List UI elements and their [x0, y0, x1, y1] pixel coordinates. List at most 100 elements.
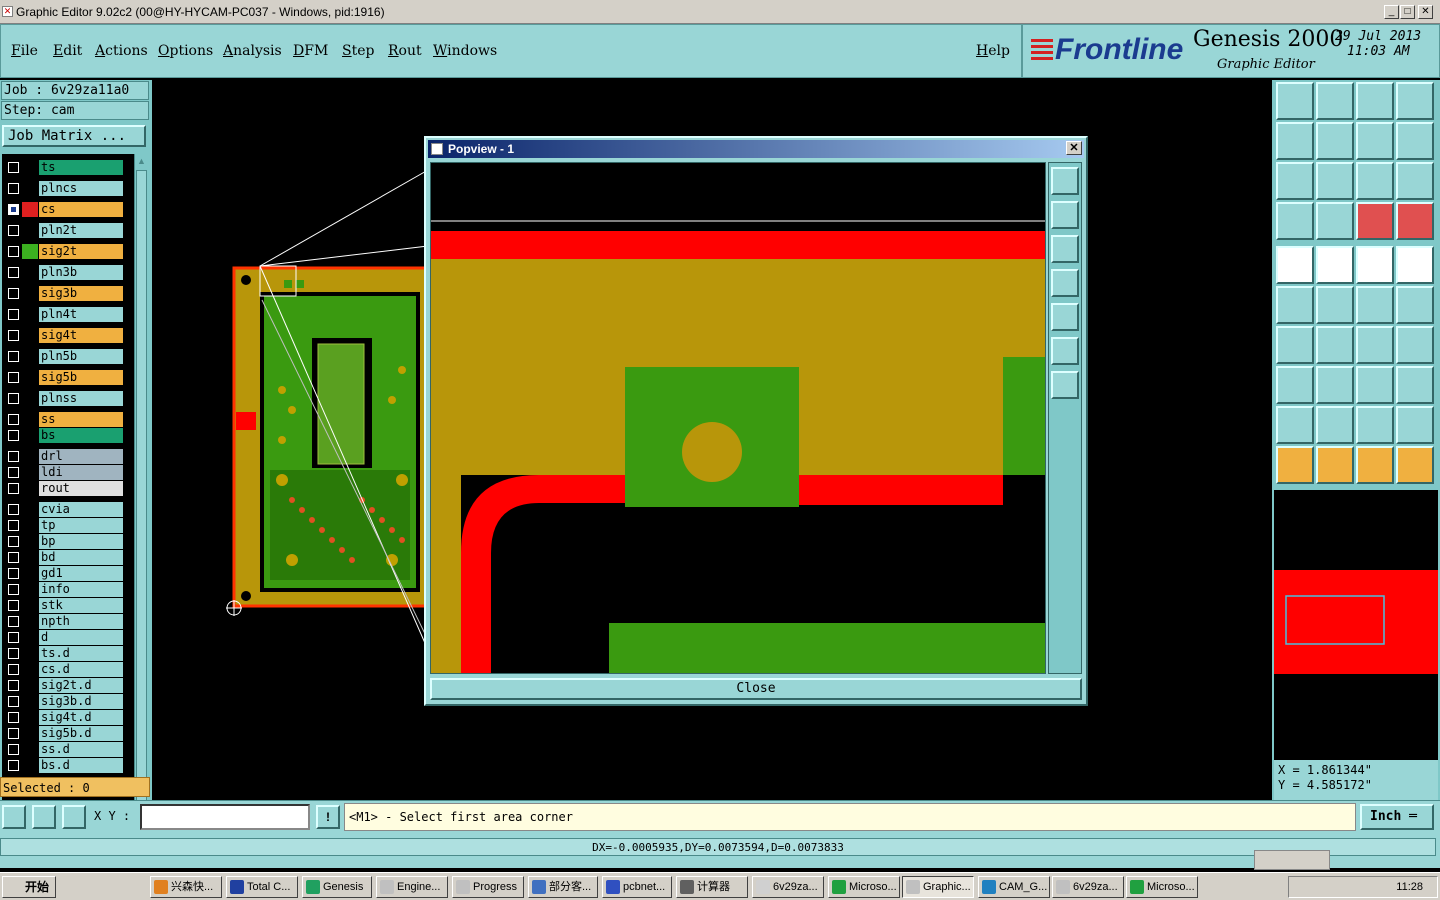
- layer-color-swatch[interactable]: [22, 223, 38, 238]
- layer-name[interactable]: sig4t.d: [39, 710, 123, 725]
- task-item[interactable]: pcbnet...: [602, 876, 672, 898]
- layer-color-swatch[interactable]: [22, 202, 38, 217]
- zoom-fit-icon[interactable]: [1356, 82, 1394, 120]
- layer-checkbox[interactable]: [8, 568, 19, 579]
- dot-icon[interactable]: [1396, 246, 1434, 284]
- layer-color-swatch[interactable]: [22, 465, 38, 480]
- triangle-wave-icon[interactable]: [1396, 406, 1434, 444]
- menu-analysis[interactable]: Analysis: [223, 43, 282, 59]
- layer-checkbox[interactable]: [8, 451, 19, 462]
- menu-rout[interactable]: Rout: [388, 43, 422, 59]
- unit-selector[interactable]: Inch ═: [1360, 804, 1434, 830]
- layer-checkbox[interactable]: [8, 600, 19, 611]
- layer-row-pln5b[interactable]: pln5b: [4, 349, 123, 364]
- layer-color-swatch[interactable]: [22, 694, 38, 709]
- layer-row-cs[interactable]: cs: [4, 202, 123, 217]
- layer-checkbox[interactable]: [8, 520, 19, 531]
- layer-color-swatch[interactable]: [22, 244, 38, 259]
- line-icon[interactable]: [1316, 326, 1354, 364]
- grid-snap-icon[interactable]: [62, 805, 86, 829]
- help-icon[interactable]: [1396, 162, 1434, 200]
- grid-icon[interactable]: [1316, 202, 1354, 240]
- layer-row-cvia[interactable]: cvia: [4, 502, 123, 517]
- layer-name[interactable]: cvia: [39, 502, 123, 517]
- menu-file[interactable]: File: [11, 43, 38, 59]
- layer-row-sig2t[interactable]: sig2t: [4, 244, 123, 259]
- layer-name[interactable]: pln3b: [39, 265, 123, 280]
- layer-checkbox[interactable]: [8, 267, 19, 278]
- zoom-extents-icon[interactable]: [1276, 162, 1314, 200]
- layer-color-swatch[interactable]: [22, 160, 38, 175]
- layer-row-pln2t[interactable]: pln2t: [4, 223, 123, 238]
- fill-icon[interactable]: [1316, 246, 1354, 284]
- layer-name[interactable]: plncs: [39, 181, 123, 196]
- layer-checkbox[interactable]: [8, 712, 19, 723]
- layer-name[interactable]: ldi: [39, 465, 123, 480]
- alert-icon[interactable]: !: [316, 805, 340, 829]
- layer-name[interactable]: rout: [39, 481, 123, 496]
- select-arrow-icon[interactable]: [1276, 446, 1314, 484]
- layer-name[interactable]: bd: [39, 550, 123, 565]
- layer-color-swatch[interactable]: [22, 726, 38, 741]
- layer-name[interactable]: pln4t: [39, 307, 123, 322]
- task-item[interactable]: Genesis: [302, 876, 372, 898]
- layer-checkbox[interactable]: [8, 536, 19, 547]
- layer-color-swatch[interactable]: [22, 614, 38, 629]
- layer-name[interactable]: sig4t: [39, 328, 123, 343]
- layer-row-ss[interactable]: ss: [4, 412, 123, 427]
- zoom-out-button[interactable]: [1051, 371, 1079, 399]
- menu-edit[interactable]: Edit: [53, 43, 82, 59]
- menu-windows[interactable]: Windows: [433, 43, 497, 59]
- task-item[interactable]: Total C...: [226, 876, 298, 898]
- move-point-icon[interactable]: [1356, 286, 1394, 324]
- layer-name[interactable]: stk: [39, 598, 123, 613]
- layer-name[interactable]: sig3b: [39, 286, 123, 301]
- layer-checkbox[interactable]: [8, 183, 19, 194]
- layer-name[interactable]: bp: [39, 534, 123, 549]
- menu-dfm[interactable]: DFM: [293, 43, 328, 59]
- layer-row-sig3b[interactable]: sig3b: [4, 286, 123, 301]
- task-item[interactable]: Engine...: [376, 876, 448, 898]
- zoom-home-icon[interactable]: [1276, 82, 1314, 120]
- layer-color-swatch[interactable]: [22, 370, 38, 385]
- measure-icon[interactable]: [1356, 366, 1394, 404]
- popview-close-button[interactable]: Close: [430, 678, 1082, 700]
- layer-color-swatch[interactable]: [22, 678, 38, 693]
- layer-color-swatch[interactable]: [22, 181, 38, 196]
- layer-color-swatch[interactable]: [22, 265, 38, 280]
- pan-left-button[interactable]: [1051, 269, 1079, 297]
- layer-color-swatch[interactable]: [22, 566, 38, 581]
- layer-checkbox[interactable]: [8, 467, 19, 478]
- layer-row-cs-d[interactable]: cs.d: [4, 662, 123, 677]
- scale-1-2-icon[interactable]: [1356, 162, 1394, 200]
- layer-color-swatch[interactable]: [22, 518, 38, 533]
- triangle-arc-icon[interactable]: [1356, 406, 1394, 444]
- layer-checkbox[interactable]: [8, 632, 19, 643]
- layer-name[interactable]: cs: [39, 202, 123, 217]
- layer-color-swatch[interactable]: [22, 646, 38, 661]
- layer-scrollbar[interactable]: ▲ ▼: [134, 154, 148, 850]
- layer-color-swatch[interactable]: [22, 391, 38, 406]
- menu-actions[interactable]: Actions: [95, 43, 148, 59]
- layer-checkbox[interactable]: [8, 664, 19, 675]
- select-circle-icon[interactable]: [1356, 446, 1394, 484]
- layer-color-swatch[interactable]: [22, 449, 38, 464]
- add-point-icon[interactable]: [1396, 286, 1434, 324]
- triangle-icon[interactable]: [1276, 406, 1314, 444]
- angle-icon[interactable]: [1276, 326, 1314, 364]
- layer-row-ts[interactable]: ts: [4, 160, 123, 175]
- layer-name[interactable]: sig3b.d: [39, 694, 123, 709]
- layer-row-stk[interactable]: stk: [4, 598, 123, 613]
- layer-color-swatch[interactable]: [22, 286, 38, 301]
- layer-row-bd[interactable]: bd: [4, 550, 123, 565]
- layer-color-swatch[interactable]: [22, 742, 38, 757]
- mirror-icon[interactable]: [1356, 122, 1394, 160]
- close-window-button[interactable]: ✕: [1418, 5, 1433, 19]
- layer-color-swatch[interactable]: [22, 598, 38, 613]
- layer-row-info[interactable]: info: [4, 582, 123, 597]
- menu-options[interactable]: Options: [158, 43, 213, 59]
- minus-icon[interactable]: [1316, 366, 1354, 404]
- zoom-down-icon[interactable]: [1316, 82, 1354, 120]
- pad-icon[interactable]: [1276, 246, 1314, 284]
- layer-checkbox[interactable]: [8, 246, 19, 257]
